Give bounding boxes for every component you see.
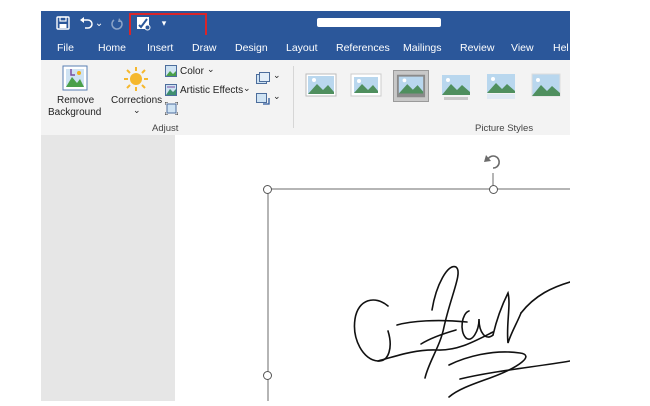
tab-layout[interactable]: Layout <box>286 42 318 54</box>
picture-style-2[interactable] <box>348 70 384 102</box>
tab-home[interactable]: Home <box>98 42 126 54</box>
corrections-icon[interactable] <box>123 66 149 95</box>
picture-style-5[interactable] <box>483 70 519 102</box>
remove-background-label-1[interactable]: Remove <box>57 95 94 106</box>
title-bar: ⌄ ▾ <box>41 11 570 42</box>
picture-style-6[interactable] <box>528 70 564 102</box>
redo-icon <box>110 15 124 31</box>
tab-insert[interactable]: Insert <box>147 42 173 54</box>
resize-handle-top-left[interactable] <box>263 185 272 194</box>
remove-background-icon[interactable] <box>62 65 88 94</box>
adjust-group-label: Adjust <box>152 123 179 134</box>
tab-mailings[interactable]: Mailings <box>403 42 442 54</box>
selected-picture[interactable] <box>175 135 570 401</box>
tab-references[interactable]: References <box>336 42 390 54</box>
artistic-effects-icon[interactable] <box>165 84 177 99</box>
remove-background-label-2[interactable]: Background <box>48 107 101 118</box>
resize-handle-middle-left[interactable] <box>263 371 272 380</box>
picture-styles-group-label: Picture Styles <box>475 123 534 134</box>
compress-dropdown-icon[interactable]: ⌄ <box>273 70 281 81</box>
tab-help[interactable]: Hel <box>553 42 569 54</box>
document-page <box>175 135 570 401</box>
group-separator <box>293 66 294 128</box>
picture-style-3-selected[interactable] <box>393 70 429 102</box>
undo-icon[interactable] <box>79 15 93 31</box>
signature-image <box>353 265 570 398</box>
customize-qat-icon[interactable]: ▾ <box>159 15 169 31</box>
tab-file[interactable]: File <box>57 42 74 54</box>
custom-macro-icon[interactable] <box>135 15 151 31</box>
ribbon-tabs: File Home Insert Draw Design Layout Refe… <box>41 35 570 60</box>
compress-pictures-icon[interactable] <box>256 72 270 87</box>
tab-review[interactable]: Review <box>460 42 494 54</box>
change-picture-icon[interactable] <box>256 93 270 108</box>
picture-style-1[interactable] <box>303 70 339 102</box>
picture-style-4[interactable] <box>438 70 474 102</box>
resize-handle-top-middle[interactable] <box>489 185 498 194</box>
transparency-icon[interactable] <box>164 101 179 118</box>
artistic-effects-label[interactable]: Artistic Effects <box>180 85 243 96</box>
color-dropdown-icon[interactable]: ⌄ <box>207 64 215 75</box>
rotate-handle-icon[interactable] <box>484 155 500 169</box>
word-window: ⌄ ▾ File Home Insert Draw Design Layout … <box>41 11 570 401</box>
ribbon: Remove Background Corrections ⌄ Color ⌄ … <box>41 60 570 136</box>
corrections-dropdown-icon[interactable]: ⌄ <box>133 105 141 116</box>
tab-view[interactable]: View <box>511 42 534 54</box>
tab-draw[interactable]: Draw <box>192 42 217 54</box>
document-canvas <box>41 135 570 401</box>
artistic-effects-dropdown-icon[interactable]: ⌄ <box>243 83 251 94</box>
tab-design[interactable]: Design <box>235 42 268 54</box>
save-icon[interactable] <box>55 15 71 31</box>
color-icon[interactable] <box>165 65 177 80</box>
color-label[interactable]: Color <box>180 66 204 77</box>
undo-dropdown-icon[interactable]: ⌄ <box>95 15 103 31</box>
change-picture-dropdown-icon[interactable]: ⌄ <box>273 91 281 102</box>
document-title-redacted <box>317 18 441 27</box>
